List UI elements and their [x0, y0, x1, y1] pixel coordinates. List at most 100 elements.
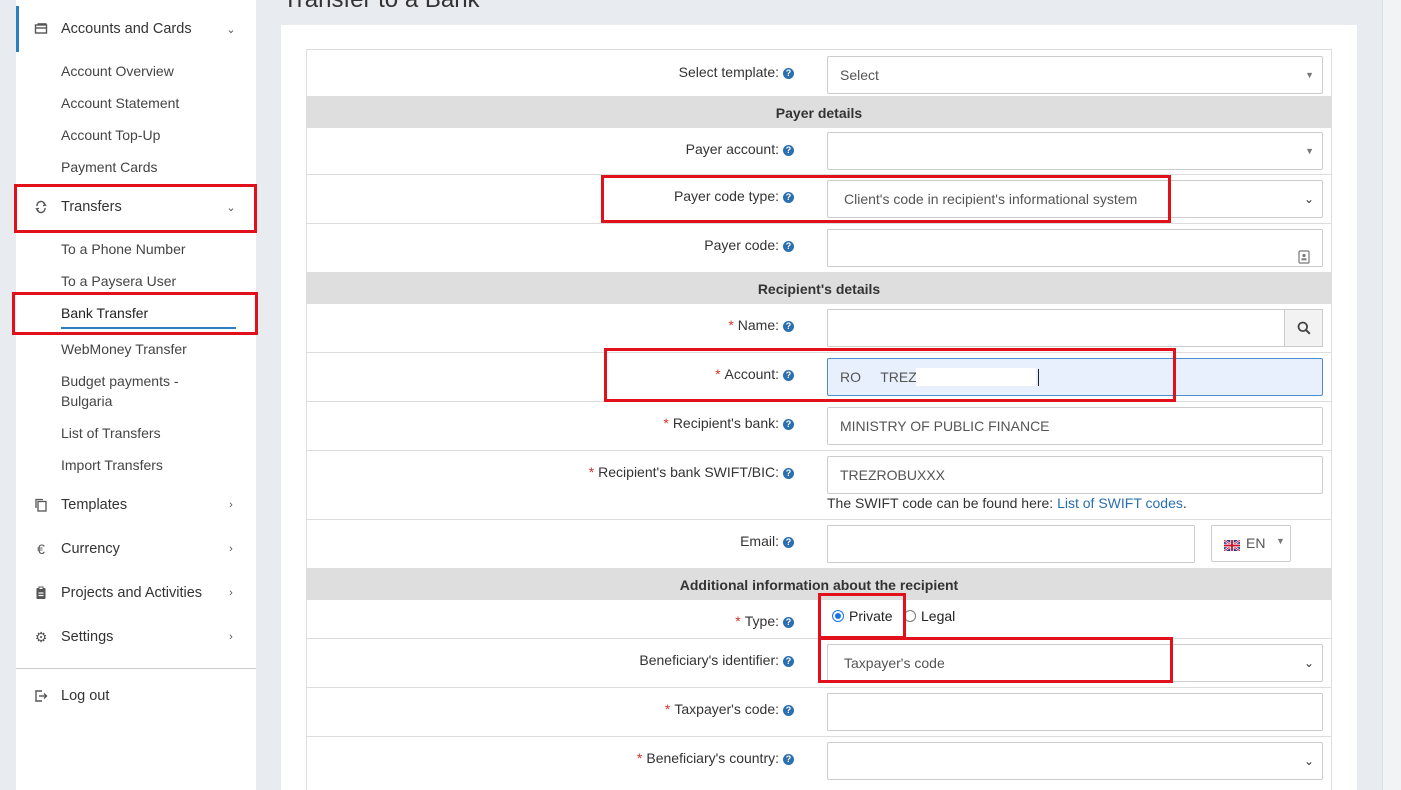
- sidebar-item-account-top-up[interactable]: Account Top-Up: [61, 127, 160, 143]
- recipient-bank-label: * Recipient's bank:?: [663, 415, 794, 431]
- help-icon[interactable]: ?: [783, 705, 794, 716]
- help-icon[interactable]: ?: [783, 370, 794, 381]
- help-icon[interactable]: ?: [783, 192, 794, 203]
- row-email: Email:? EN ▼: [306, 520, 1332, 569]
- swift-input[interactable]: TREZROBUXXX: [827, 456, 1323, 494]
- sidebar: Accounts and Cards ⌄ Account Overview Ac…: [16, 0, 256, 790]
- payer-code-type-select[interactable]: Client's code in recipient's information…: [827, 180, 1323, 218]
- language-select[interactable]: EN ▼: [1211, 525, 1291, 562]
- sidebar-item-to-paysera-user[interactable]: To a Paysera User: [61, 273, 176, 289]
- payer-code-type-label-text: Payer code type:: [673, 188, 779, 204]
- chevron-right-icon: ›: [229, 587, 233, 599]
- uk-flag-icon: [1223, 538, 1241, 554]
- beneficiary-country-label-text: Beneficiary's country:: [646, 750, 779, 766]
- row-beneficiary-identifier: Beneficiary's identifier:? Taxpayer's co…: [306, 639, 1332, 688]
- sidebar-item-to-phone-number[interactable]: To a Phone Number: [61, 241, 186, 257]
- help-icon[interactable]: ?: [783, 321, 794, 332]
- payer-code-type-label: Payer code type:?: [674, 188, 794, 204]
- swift-codes-link[interactable]: List of SWIFT codes: [1057, 495, 1183, 511]
- name-input[interactable]: [827, 309, 1285, 347]
- nav-templates-label: Templates: [61, 497, 128, 513]
- section-payer-details: Payer details: [306, 97, 1332, 128]
- contact-card-icon[interactable]: [1298, 241, 1310, 277]
- type-label-text: Type:: [744, 613, 779, 629]
- sidebar-item-list-of-transfers[interactable]: List of Transfers: [61, 425, 161, 441]
- sidebar-item-budget-payments-line2[interactable]: Bulgaria: [61, 393, 112, 409]
- wallet-icon: [34, 22, 48, 36]
- chevron-down-icon: ⌄: [1303, 754, 1314, 768]
- sidebar-item-account-overview[interactable]: Account Overview: [61, 63, 174, 79]
- row-type: * Type:? Private Legal: [306, 600, 1332, 639]
- nav-currency[interactable]: € Currency ›: [16, 527, 256, 571]
- taxpayer-code-label: * Taxpayer's code:?: [665, 701, 794, 717]
- help-icon[interactable]: ?: [783, 656, 794, 667]
- nav-settings-label: Settings: [61, 629, 114, 645]
- help-icon[interactable]: ?: [783, 754, 794, 765]
- beneficiary-identifier-label: Beneficiary's identifier:?: [639, 652, 794, 668]
- help-icon[interactable]: ?: [783, 537, 794, 548]
- type-legal-label: Legal: [921, 608, 956, 624]
- row-recipient-bank: * Recipient's bank:? MINISTRY OF PUBLIC F…: [306, 402, 1332, 451]
- scrollbar[interactable]: [1382, 0, 1401, 790]
- type-legal-radio[interactable]: Legal: [904, 608, 955, 624]
- sidebar-item-payment-cards[interactable]: Payment Cards: [61, 159, 157, 175]
- row-beneficiary-country: * Beneficiary's country:? ⌄: [306, 737, 1332, 790]
- select-template-dropdown[interactable]: Select ▼: [827, 56, 1323, 94]
- required-mark: *: [735, 613, 741, 629]
- beneficiary-country-select[interactable]: ⌄: [827, 742, 1323, 780]
- chevron-down-icon: ⌄: [1303, 656, 1314, 670]
- payer-code-type-value: Client's code in recipient's information…: [844, 191, 1138, 207]
- text-cursor: [1038, 369, 1039, 386]
- name-label-text: Name:: [737, 317, 779, 333]
- help-icon[interactable]: ?: [783, 68, 794, 79]
- nav-log-out[interactable]: Log out: [16, 674, 256, 718]
- recipient-bank-label-text: Recipient's bank:: [672, 415, 779, 431]
- nav-settings[interactable]: ⚙ Settings ›: [16, 615, 256, 659]
- nav-currency-label: Currency: [61, 541, 120, 557]
- nav-templates[interactable]: Templates ›: [16, 483, 256, 527]
- transfer-arrows-icon: [34, 200, 48, 214]
- nav-transfers[interactable]: Transfers ⌄: [16, 185, 256, 229]
- chevron-right-icon: ›: [229, 543, 233, 555]
- swift-hint: The SWIFT code can be found here: List o…: [827, 495, 1187, 511]
- sidebar-item-webmoney-transfer[interactable]: WebMoney Transfer: [61, 341, 187, 357]
- help-icon[interactable]: ?: [783, 617, 794, 628]
- help-icon[interactable]: ?: [783, 145, 794, 156]
- email-label: Email:?: [740, 533, 794, 549]
- name-search-button[interactable]: [1284, 309, 1323, 347]
- sidebar-item-account-statement[interactable]: Account Statement: [61, 95, 179, 111]
- row-account: * Account:? RO TREZ: [306, 353, 1332, 402]
- payer-account-label-text: Payer account:: [685, 141, 779, 157]
- sidebar-item-bank-transfer[interactable]: Bank Transfer: [61, 305, 148, 321]
- required-mark: *: [588, 464, 595, 480]
- row-taxpayer-code: * Taxpayer's code:?: [306, 688, 1332, 737]
- beneficiary-identifier-label-text: Beneficiary's identifier:: [639, 652, 779, 668]
- chevron-right-icon: ›: [229, 631, 233, 643]
- help-icon[interactable]: ?: [783, 241, 794, 252]
- type-private-radio[interactable]: Private: [832, 608, 893, 624]
- type-private-label: Private: [849, 608, 893, 624]
- taxpayer-code-input[interactable]: [827, 693, 1323, 731]
- sidebar-item-import-transfers[interactable]: Import Transfers: [61, 457, 163, 473]
- payer-account-dropdown[interactable]: ▼: [827, 132, 1323, 170]
- email-input[interactable]: [827, 525, 1195, 563]
- taxpayer-code-label-text: Taxpayer's code:: [674, 701, 779, 717]
- nav-accounts-label: Accounts and Cards: [61, 21, 192, 37]
- row-name: * Name:?: [306, 304, 1332, 353]
- email-label-text: Email:: [740, 533, 779, 549]
- required-mark: *: [663, 415, 669, 431]
- nav-projects-label: Projects and Activities: [61, 585, 203, 601]
- nav-projects-activities[interactable]: Projects and Activities ›: [16, 571, 256, 615]
- help-icon[interactable]: ?: [783, 468, 794, 479]
- recipient-bank-input[interactable]: MINISTRY OF PUBLIC FINANCE: [827, 407, 1323, 445]
- beneficiary-identifier-select[interactable]: Taxpayer's code ⌄: [827, 644, 1323, 682]
- help-icon[interactable]: ?: [783, 419, 794, 430]
- copy-icon: [34, 498, 48, 512]
- account-input[interactable]: RO TREZ: [827, 358, 1323, 396]
- sidebar-item-budget-payments[interactable]: Budget payments -: [61, 373, 179, 389]
- row-select-template: Select template:? Select ▼: [306, 49, 1332, 97]
- payer-code-input[interactable]: [827, 229, 1323, 267]
- select-template-label-text: Select template:: [678, 64, 779, 80]
- chevron-down-icon: ⌄: [226, 201, 236, 214]
- nav-accounts-and-cards[interactable]: Accounts and Cards ⌄: [16, 7, 256, 51]
